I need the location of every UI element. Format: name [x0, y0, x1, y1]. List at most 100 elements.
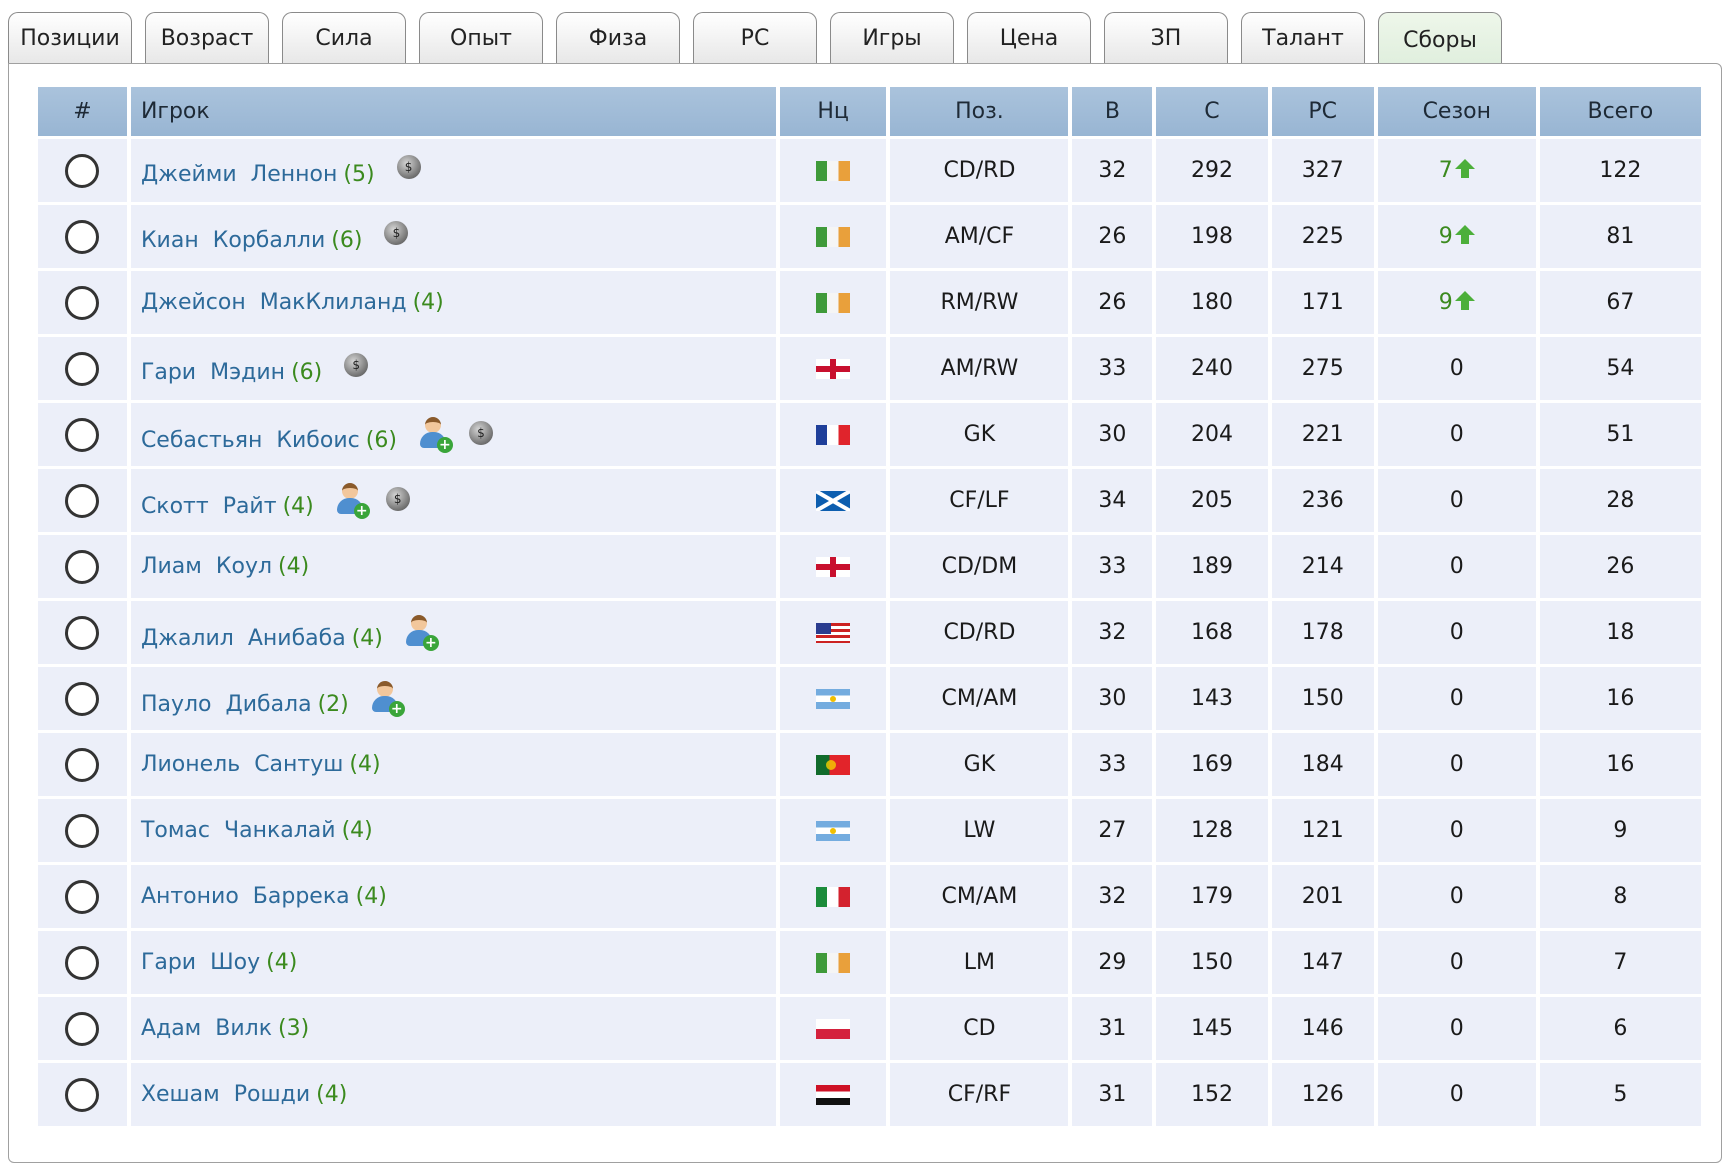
tab-0[interactable]: Позиции: [8, 12, 132, 64]
tab-2[interactable]: Сила: [282, 12, 406, 64]
row-select-cell: [38, 469, 127, 532]
rs-cell: 178: [1271, 601, 1374, 664]
player-first-name[interactable]: Лиам: [141, 554, 202, 579]
player-first-name[interactable]: Джалил: [141, 626, 234, 651]
player-last-name[interactable]: Кибоис: [276, 428, 359, 453]
player-last-name[interactable]: Коул: [216, 554, 272, 579]
player-first-name[interactable]: Джейми: [141, 162, 237, 187]
tab-9[interactable]: Талант: [1241, 12, 1365, 64]
age-cell: 32: [1072, 865, 1153, 928]
player-last-name[interactable]: Мэдин: [210, 360, 285, 385]
player-first-name[interactable]: Антонио: [141, 884, 239, 909]
player-first-name[interactable]: Гари: [141, 950, 196, 975]
col-header-rs[interactable]: РС: [1271, 87, 1374, 136]
tab-8[interactable]: ЗП: [1104, 12, 1228, 64]
row-radio[interactable]: [65, 615, 100, 650]
row-radio[interactable]: [65, 219, 100, 254]
age-cell: 34: [1072, 469, 1153, 532]
player-last-name[interactable]: Корбалли: [213, 228, 326, 253]
player-cell: Киан Корбалли (6) $: [130, 205, 776, 268]
tab-6[interactable]: Игры: [830, 12, 954, 64]
row-radio[interactable]: [65, 1011, 100, 1046]
table-row: Хешам Рошди (4) CF/RF 31 152 126 0 5: [38, 1063, 1701, 1126]
player-first-name[interactable]: Хешам: [141, 1082, 220, 1107]
row-radio[interactable]: [65, 153, 100, 188]
tab-7[interactable]: Цена: [967, 12, 1091, 64]
rs-cell: 146: [1271, 997, 1374, 1060]
season-value: 7: [1438, 158, 1453, 183]
table-row: Антонио Баррека (4) CM/AM 32 179 201 0 8: [38, 865, 1701, 928]
strength-cell: 205: [1156, 469, 1268, 532]
strength-cell: 198: [1156, 205, 1268, 268]
row-radio[interactable]: [65, 1077, 100, 1112]
player-first-name[interactable]: Гари: [141, 360, 196, 385]
add-to-team-icon[interactable]: +: [419, 416, 453, 453]
tab-5[interactable]: РС: [693, 12, 817, 64]
player-first-name[interactable]: Лионель: [141, 752, 240, 777]
row-select-cell: [38, 139, 127, 202]
col-header-number[interactable]: #: [38, 87, 127, 136]
row-radio[interactable]: [65, 483, 100, 518]
player-last-name[interactable]: Райт: [223, 494, 277, 519]
col-header-position[interactable]: Поз.: [890, 87, 1069, 136]
season-value: 9: [1438, 224, 1453, 249]
player-first-name[interactable]: Пауло: [141, 692, 212, 717]
player-first-name[interactable]: Киан: [141, 228, 199, 253]
player-talent: (4): [355, 884, 387, 909]
player-last-name[interactable]: МакКлиланд: [260, 290, 407, 315]
col-header-season[interactable]: Сезон: [1377, 87, 1536, 136]
season-value: 0: [1449, 818, 1464, 843]
col-header-total[interactable]: Всего: [1539, 87, 1701, 136]
player-last-name[interactable]: Рошди: [234, 1082, 310, 1107]
tab-1[interactable]: Возраст: [145, 12, 269, 64]
player-last-name[interactable]: Чанкалай: [224, 818, 336, 843]
player-last-name[interactable]: Сантуш: [254, 752, 343, 777]
add-to-team-icon[interactable]: +: [405, 614, 439, 651]
row-radio[interactable]: [65, 879, 100, 914]
row-radio[interactable]: [65, 285, 100, 320]
row-radio[interactable]: [65, 417, 100, 452]
row-select-cell: [38, 205, 127, 268]
player-cell: Джейсон МакКлиланд (4): [130, 271, 776, 334]
row-radio[interactable]: [65, 945, 100, 980]
nationality-cell: [779, 601, 887, 664]
flag-ar-icon: [816, 821, 851, 841]
player-last-name[interactable]: Вилк: [215, 1016, 272, 1041]
row-radio[interactable]: [65, 813, 100, 848]
col-header-nationality[interactable]: Нц: [779, 87, 887, 136]
flag-us-icon: [816, 623, 851, 643]
tab-10[interactable]: Сборы: [1378, 12, 1502, 67]
arrow-up-icon: [1454, 159, 1475, 178]
season-value: 0: [1449, 686, 1464, 711]
player-first-name[interactable]: Себастьян: [141, 428, 262, 453]
col-header-player[interactable]: Игрок: [130, 87, 776, 136]
col-header-strength[interactable]: С: [1156, 87, 1268, 136]
flag-pl-icon: [816, 1019, 851, 1039]
row-radio[interactable]: [65, 747, 100, 782]
player-first-name[interactable]: Скотт: [141, 494, 209, 519]
season-cell: 0: [1377, 1063, 1536, 1126]
position-cell: CD/RD: [890, 601, 1069, 664]
col-header-age[interactable]: В: [1072, 87, 1153, 136]
player-last-name[interactable]: Баррека: [253, 884, 350, 909]
player-last-name[interactable]: Леннон: [251, 162, 338, 187]
row-radio[interactable]: [65, 681, 100, 716]
season-value: 9: [1438, 290, 1453, 315]
add-to-team-icon[interactable]: +: [336, 482, 370, 519]
row-radio[interactable]: [65, 549, 100, 584]
player-first-name[interactable]: Джейсон: [141, 290, 246, 315]
coin-icon: $: [396, 154, 421, 179]
player-last-name[interactable]: Анибаба: [248, 626, 346, 651]
tab-4[interactable]: Физа: [556, 12, 680, 64]
players-table: # Игрок Нц Поз. В С РС Сезон Всего Джейм…: [34, 84, 1705, 1129]
player-first-name[interactable]: Адам: [141, 1016, 201, 1041]
player-last-name[interactable]: Шоу: [210, 950, 260, 975]
player-last-name[interactable]: Дибала: [226, 692, 312, 717]
add-to-team-icon[interactable]: +: [371, 680, 405, 717]
nationality-cell: [779, 469, 887, 532]
tab-3[interactable]: Опыт: [419, 12, 543, 64]
strength-cell: 168: [1156, 601, 1268, 664]
player-first-name[interactable]: Томас: [141, 818, 210, 843]
row-radio[interactable]: [65, 351, 100, 386]
rs-cell: 171: [1271, 271, 1374, 334]
